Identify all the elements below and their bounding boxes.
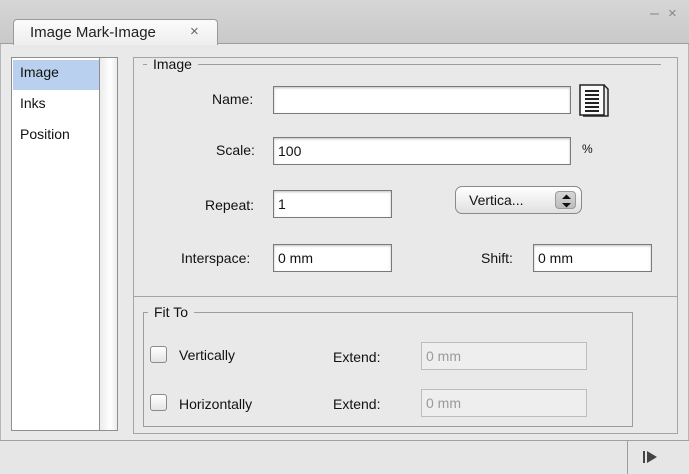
vertically-checkbox[interactable] (150, 346, 167, 363)
interspace-label: Interspace: (181, 250, 251, 266)
image-group-legend: Image (153, 56, 192, 72)
sidebar-item-position[interactable]: Position (13, 122, 101, 152)
document-list-icon[interactable] (578, 83, 610, 117)
sidebar-item-label: Position (20, 126, 70, 142)
horizontally-label: Horizontally (179, 396, 253, 412)
scale-label: Scale: (216, 142, 255, 158)
panel-title-bar[interactable]: Image Mark-Image × – × (0, 0, 689, 45)
shift-label: Shift: (481, 250, 513, 266)
horizontal-extend-label: Extend: (333, 396, 381, 412)
direction-select-value: Vertica... (469, 192, 524, 208)
vertically-label: Vertically (179, 347, 236, 363)
status-bar (0, 440, 689, 474)
play-step-icon[interactable] (640, 448, 660, 466)
vertical-extend-label: Extend: (333, 349, 381, 365)
sidebar-item-label: Inks (20, 95, 46, 111)
interspace-input[interactable] (273, 244, 392, 272)
sidebar-item-image[interactable]: Image (13, 60, 101, 90)
horizontally-checkbox[interactable] (150, 394, 167, 411)
section-divider (134, 296, 677, 297)
fit-to-group-legend: Fit To (154, 304, 188, 320)
tab-image-mark[interactable]: Image Mark-Image × (13, 19, 218, 45)
scale-input[interactable] (273, 137, 571, 165)
sidebar-scrollbar[interactable] (99, 57, 118, 431)
repeat-input[interactable] (273, 190, 392, 218)
name-label: Name: (212, 91, 254, 107)
up-down-arrows-icon (555, 191, 576, 209)
sidebar-item-label: Image (20, 64, 59, 80)
repeat-label: Repeat: (205, 197, 255, 213)
tab-close-icon[interactable]: × (190, 23, 199, 40)
minimize-icon[interactable]: – (650, 5, 659, 23)
vertical-extend-input (421, 342, 587, 370)
status-separator (627, 440, 628, 474)
horizontal-extend-input (421, 389, 587, 417)
scale-unit: % (582, 142, 593, 156)
close-icon[interactable]: × (668, 5, 677, 22)
direction-select[interactable]: Vertica... (455, 186, 582, 214)
tab-title: Image Mark-Image (30, 24, 156, 41)
name-input[interactable] (273, 86, 571, 114)
shift-input[interactable] (533, 244, 652, 272)
sidebar-item-inks[interactable]: Inks (13, 91, 101, 121)
